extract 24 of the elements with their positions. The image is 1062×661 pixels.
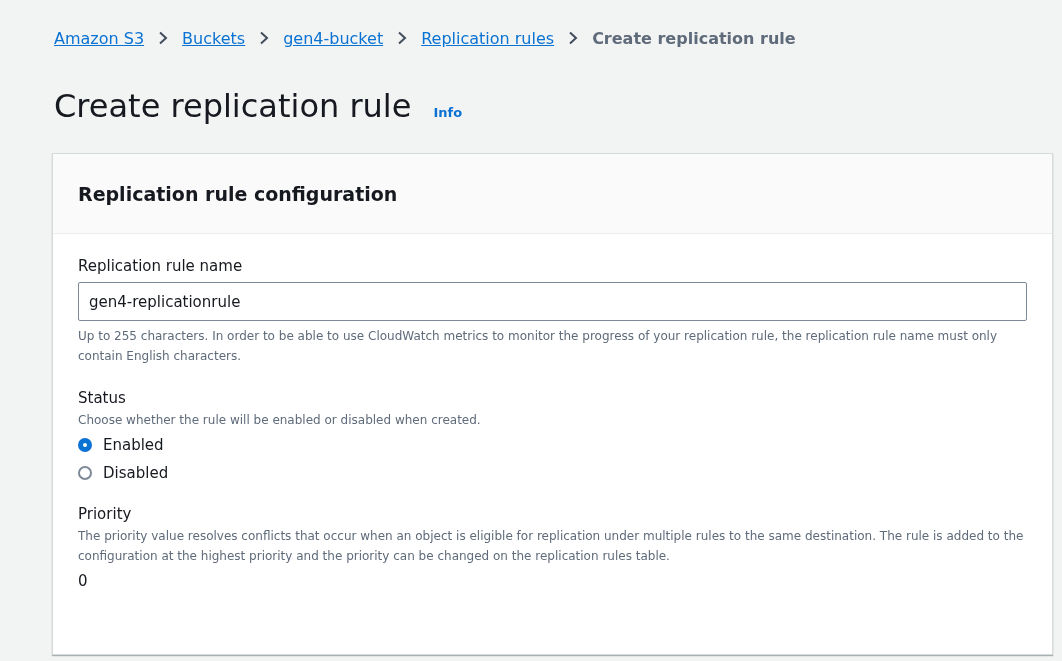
chevron-right-icon — [568, 31, 579, 45]
chevron-right-icon — [259, 31, 270, 45]
page-title: Create replication rule — [54, 86, 412, 126]
radio-label[interactable]: Disabled — [103, 464, 169, 482]
priority-value: 0 — [78, 572, 89, 590]
field-label: Status — [78, 388, 127, 409]
radio-label[interactable]: Enabled — [103, 436, 164, 454]
radio-button[interactable] — [78, 466, 92, 480]
field-description: The priority value resolves conflicts that occur when an object is eligible for replication under multiple rules to the same destination. The rule is added to the configuration at the highest priority and the priority can be changed on the replication rules table. — [78, 528, 1025, 565]
breadcrumb-link[interactable]: Replication rules — [421, 28, 555, 48]
rule-name-input[interactable]: gen4-replicationrule — [78, 282, 1027, 321]
field-label: Replication rule name — [78, 256, 244, 277]
chevron-right-icon — [158, 31, 169, 45]
info-link[interactable]: Info — [433, 105, 463, 120]
panel-title: Replication rule configuration — [78, 182, 398, 205]
field-label: Priority — [78, 504, 133, 525]
chevron-right-icon — [397, 31, 408, 45]
breadcrumb-link[interactable]: Amazon S3 — [54, 28, 145, 48]
radio-button[interactable] — [78, 438, 92, 452]
field-description: Choose whether the rule will be enabled or disabled when created. — [78, 412, 482, 429]
field-hint: Up to 255 characters. In order to be able to use CloudWatch metrics to monitor the progress of your replication rule, the replication rule name must only contain English characters. — [78, 328, 999, 365]
breadcrumb-link[interactable]: Buckets — [182, 28, 246, 48]
breadcrumb-current: Create replication rule — [592, 28, 796, 48]
breadcrumb-link[interactable]: gen4-bucket — [283, 28, 384, 48]
